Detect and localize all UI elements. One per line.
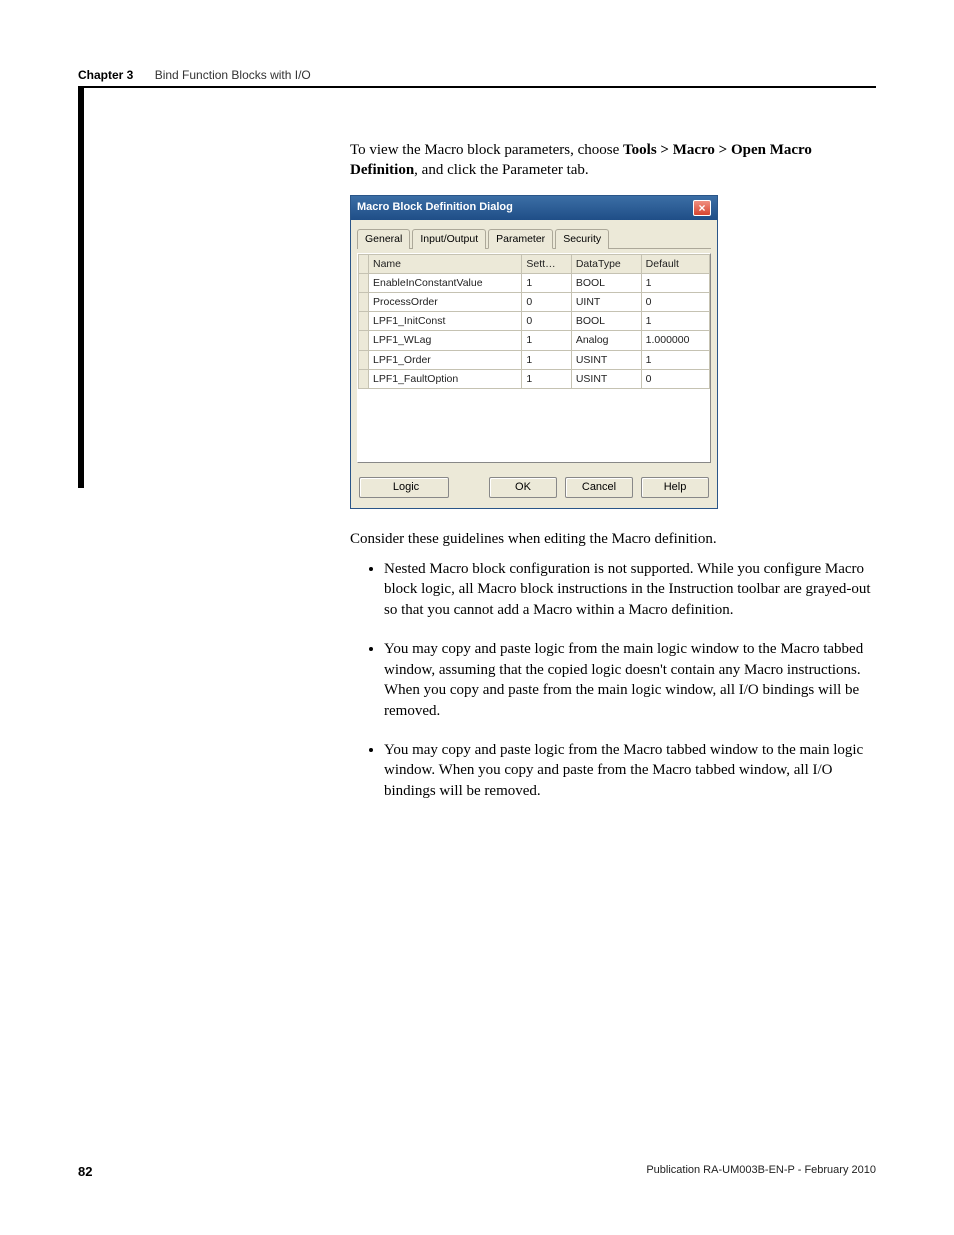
cell-name: LPF1_WLag bbox=[369, 331, 522, 350]
chapter-title: Bind Function Blocks with I/O bbox=[155, 68, 311, 82]
row-header bbox=[359, 350, 369, 369]
col-datatype[interactable]: DataType bbox=[571, 254, 641, 273]
main-content: To view the Macro block parameters, choo… bbox=[350, 140, 876, 820]
row-header bbox=[359, 273, 369, 292]
guideline-intro: Consider these guidelines when editing t… bbox=[350, 529, 876, 549]
logic-button[interactable]: Logic bbox=[359, 477, 449, 498]
cell-default: 1 bbox=[641, 273, 709, 292]
tab-general[interactable]: General bbox=[357, 229, 410, 249]
cell-datatype: BOOL bbox=[571, 273, 641, 292]
cell-name: LPF1_InitConst bbox=[369, 312, 522, 331]
cell-name: LPF1_Order bbox=[369, 350, 522, 369]
dialog-body: General Input/Output Parameter Security … bbox=[351, 220, 717, 508]
cell-datatype: USINT bbox=[571, 369, 641, 388]
table-row[interactable]: ProcessOrder0UINT0 bbox=[359, 293, 710, 312]
macro-dialog: Macro Block Definition Dialog × General … bbox=[350, 195, 718, 509]
row-header bbox=[359, 312, 369, 331]
table-row[interactable]: LPF1_InitConst0BOOL1 bbox=[359, 312, 710, 331]
table-row[interactable]: LPF1_Order1USINT1 bbox=[359, 350, 710, 369]
col-default[interactable]: Default bbox=[641, 254, 709, 273]
list-item: Nested Macro block configuration is not … bbox=[384, 559, 876, 621]
cell-sett: 1 bbox=[522, 369, 571, 388]
cell-sett: 1 bbox=[522, 331, 571, 350]
page-header: Chapter 3 Bind Function Blocks with I/O bbox=[78, 68, 876, 82]
dialog-button-row: Logic OK Cancel Help bbox=[357, 477, 711, 498]
cell-datatype: BOOL bbox=[571, 312, 641, 331]
row-header bbox=[359, 369, 369, 388]
parameter-grid: Name Sett… DataType Default EnableInCons… bbox=[358, 254, 710, 389]
close-icon[interactable]: × bbox=[693, 200, 711, 216]
intro-suffix: , and click the Parameter tab. bbox=[414, 162, 589, 178]
row-header bbox=[359, 331, 369, 350]
guidelines-list: Nested Macro block configuration is not … bbox=[384, 559, 876, 802]
cell-sett: 0 bbox=[522, 293, 571, 312]
cell-default: 1.000000 bbox=[641, 331, 709, 350]
ok-button[interactable]: OK bbox=[489, 477, 557, 498]
page-number: 82 bbox=[78, 1164, 92, 1179]
tab-parameter[interactable]: Parameter bbox=[488, 229, 553, 249]
col-sett[interactable]: Sett… bbox=[522, 254, 571, 273]
cell-name: LPF1_FaultOption bbox=[369, 369, 522, 388]
list-item: You may copy and paste logic from the Ma… bbox=[384, 740, 876, 802]
page-footer: 82 Publication RA-UM003B-EN-P - February… bbox=[78, 1164, 876, 1179]
cell-default: 0 bbox=[641, 369, 709, 388]
cell-name: ProcessOrder bbox=[369, 293, 522, 312]
cell-default: 1 bbox=[641, 350, 709, 369]
list-item: You may copy and paste logic from the ma… bbox=[384, 639, 876, 722]
cell-sett: 0 bbox=[522, 312, 571, 331]
cell-default: 0 bbox=[641, 293, 709, 312]
cell-datatype: USINT bbox=[571, 350, 641, 369]
cell-default: 1 bbox=[641, 312, 709, 331]
help-button[interactable]: Help bbox=[641, 477, 709, 498]
parameter-grid-pane: Name Sett… DataType Default EnableInCons… bbox=[357, 253, 711, 463]
dialog-screenshot: Macro Block Definition Dialog × General … bbox=[350, 195, 876, 509]
intro-paragraph: To view the Macro block parameters, choo… bbox=[350, 140, 876, 181]
tab-strip: General Input/Output Parameter Security bbox=[357, 228, 711, 249]
cell-datatype: Analog bbox=[571, 331, 641, 350]
publication-info: Publication RA-UM003B-EN-P - February 20… bbox=[646, 1164, 876, 1179]
cell-datatype: UINT bbox=[571, 293, 641, 312]
header-rule bbox=[78, 86, 876, 88]
col-name[interactable]: Name bbox=[369, 254, 522, 273]
tab-input-output[interactable]: Input/Output bbox=[412, 229, 486, 249]
side-accent-bar bbox=[78, 88, 84, 488]
table-row[interactable]: LPF1_WLag1Analog1.000000 bbox=[359, 331, 710, 350]
table-row[interactable]: EnableInConstantValue1BOOL1 bbox=[359, 273, 710, 292]
intro-text: To view the Macro block parameters, choo… bbox=[350, 142, 623, 158]
rowheader-corner bbox=[359, 254, 369, 273]
chapter-label: Chapter 3 bbox=[78, 68, 133, 82]
table-row[interactable]: LPF1_FaultOption1USINT0 bbox=[359, 369, 710, 388]
dialog-title: Macro Block Definition Dialog bbox=[357, 200, 513, 215]
row-header bbox=[359, 293, 369, 312]
cancel-button[interactable]: Cancel bbox=[565, 477, 633, 498]
tab-security[interactable]: Security bbox=[555, 229, 609, 249]
cell-name: EnableInConstantValue bbox=[369, 273, 522, 292]
cell-sett: 1 bbox=[522, 350, 571, 369]
cell-sett: 1 bbox=[522, 273, 571, 292]
titlebar: Macro Block Definition Dialog × bbox=[351, 196, 717, 220]
